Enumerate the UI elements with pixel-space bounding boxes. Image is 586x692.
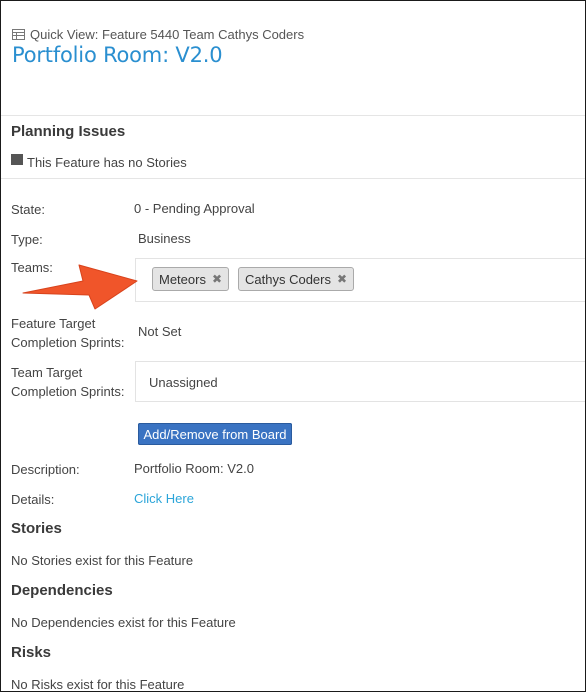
feature-target-label-line: Feature Target: [11, 316, 96, 331]
annotation-arrow-icon: [22, 264, 138, 310]
stories-heading: Stories: [11, 520, 62, 537]
team-chip-meteors: Meteors ✖: [152, 267, 230, 291]
state-label: State:: [11, 202, 45, 217]
feature-target-label-line: Completion Sprints:: [11, 335, 125, 350]
description-label: Description:: [11, 462, 80, 477]
team-chip-cathys-coders: Cathys Coders ✖: [238, 267, 355, 291]
feature-target-value: Not Set: [138, 324, 182, 339]
divider: [1, 115, 585, 116]
remove-icon[interactable]: ✖: [212, 272, 222, 286]
remove-icon[interactable]: ✖: [337, 272, 347, 286]
details-link[interactable]: Click Here: [134, 491, 194, 506]
stop-square-icon: [11, 154, 23, 165]
stories-message: No Stories exist for this Feature: [11, 553, 194, 568]
feature-target-label: Feature Target Completion Sprints:: [11, 314, 124, 352]
risks-heading: Risks: [11, 644, 52, 661]
quick-view-panel: Quick View: Feature 5440 Team Cathys Cod…: [0, 0, 586, 692]
details-label: Details:: [11, 492, 55, 507]
risks-message: No Risks exist for this Feature: [11, 677, 185, 692]
planning-issues-message: This Feature has no Stories: [27, 155, 187, 170]
add-remove-board-button[interactable]: Add/Remove from Board: [138, 423, 292, 445]
description-value: Portfolio Room: V2.0: [134, 461, 254, 476]
team-target-value: Unassigned: [149, 375, 218, 390]
quick-view-header: Quick View: Feature 5440 Team Cathys Cod…: [12, 27, 304, 42]
dependencies-heading: Dependencies: [11, 582, 113, 599]
team-target-label-line: Completion Sprints:: [11, 384, 125, 399]
team-target-label-line: Team Target: [11, 365, 83, 380]
page-title: Portfolio Room: V2.0: [12, 43, 223, 67]
divider: [1, 178, 585, 179]
team-chip-label: Meteors: [159, 271, 206, 287]
team-chip-label: Cathys Coders: [245, 271, 331, 287]
table-icon: [12, 29, 25, 40]
quick-view-text: Quick View: Feature 5440 Team Cathys Cod…: [30, 27, 305, 42]
planning-issues-heading: Planning Issues: [11, 123, 126, 140]
team-target-label: Team Target Completion Sprints:: [11, 363, 124, 401]
state-value: 0 - Pending Approval: [134, 201, 255, 216]
dependencies-message: No Dependencies exist for this Feature: [11, 615, 236, 630]
type-label: Type:: [11, 232, 43, 247]
type-value: Business: [138, 231, 191, 246]
